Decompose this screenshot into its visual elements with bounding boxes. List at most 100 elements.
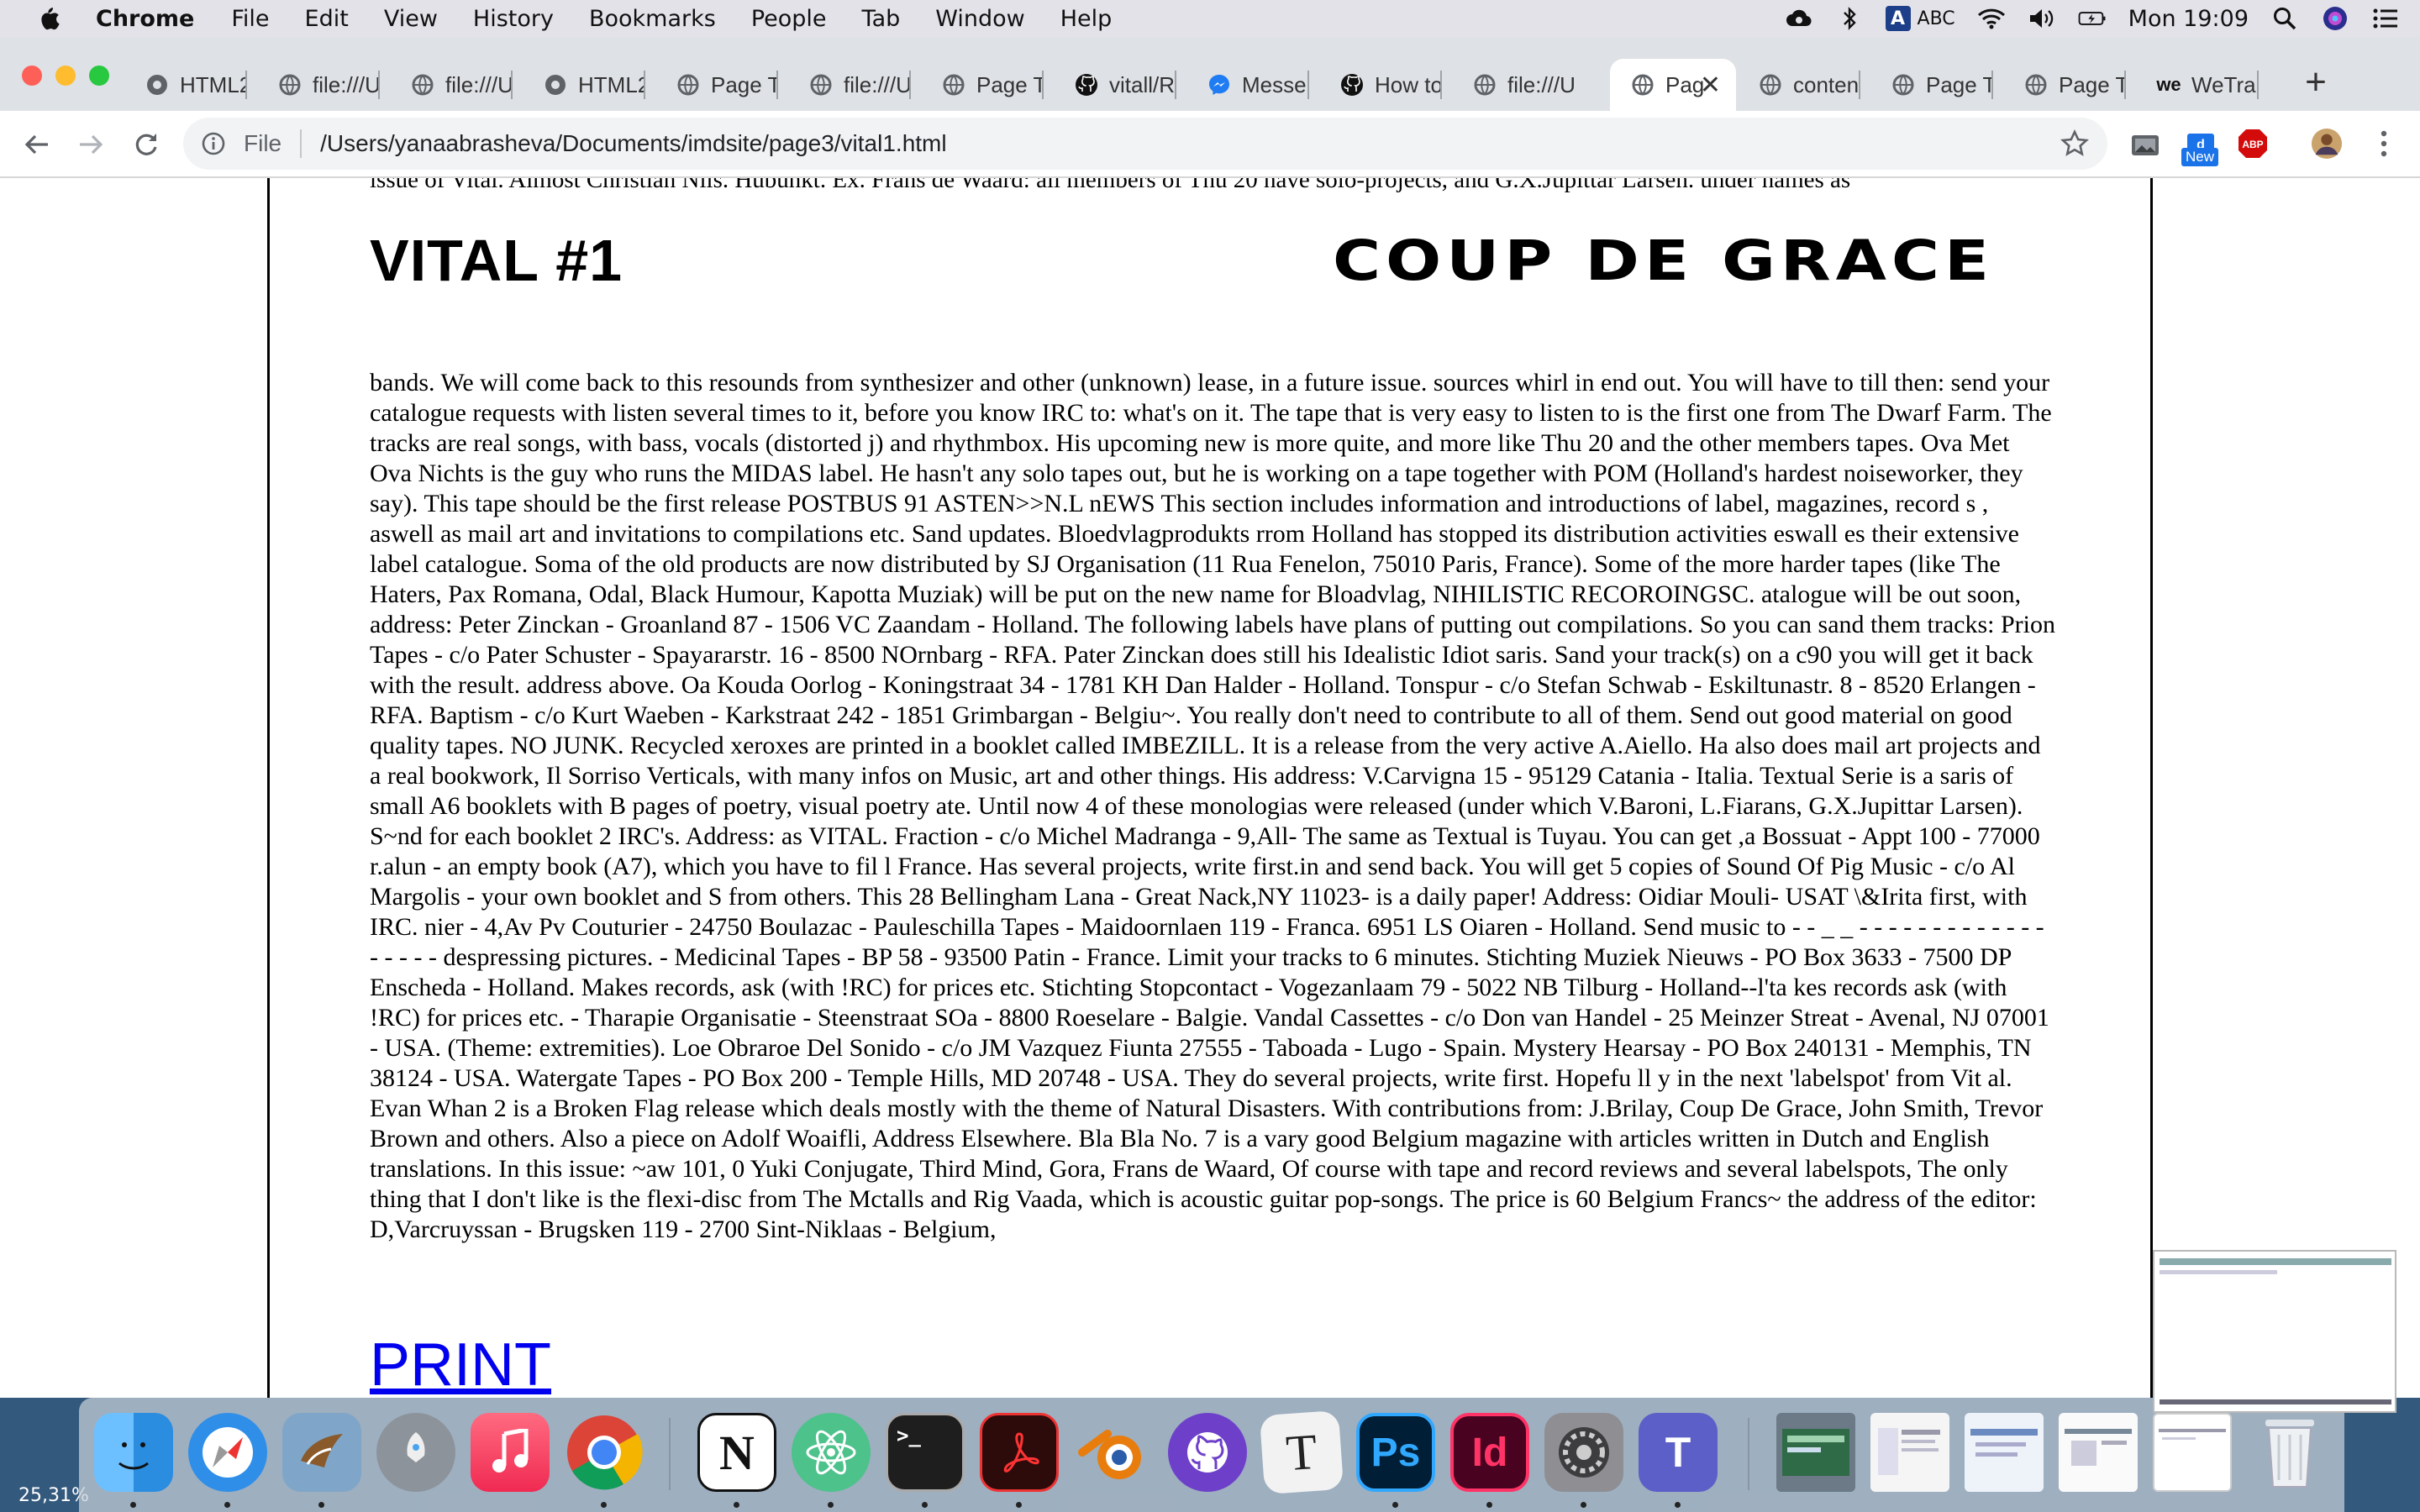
back-button[interactable] <box>17 124 57 165</box>
apple-icon[interactable] <box>30 0 67 37</box>
tab-10[interactable]: How to <box>1319 59 1442 111</box>
safari-icon[interactable] <box>188 1413 267 1492</box>
input-source-icon[interactable]: A <box>1885 6 1911 31</box>
extension-screenshot-icon[interactable] <box>2129 128 2161 160</box>
tab-14[interactable]: Page T <box>1870 59 1993 111</box>
chrome-icon[interactable] <box>565 1413 644 1492</box>
minimized-window-3[interactable] <box>1965 1413 2044 1492</box>
photoshop-icon[interactable]: Ps <box>1356 1413 1435 1492</box>
tab-active[interactable]: Pag ✕ <box>1610 59 1736 111</box>
forward-button[interactable] <box>71 124 111 165</box>
blender-icon[interactable] <box>1074 1413 1153 1492</box>
wetransfer-icon: we <box>2156 74 2181 95</box>
system-preferences-icon[interactable] <box>1544 1413 1623 1492</box>
acrobat-icon[interactable] <box>980 1413 1059 1492</box>
mail-icon[interactable] <box>282 1413 361 1492</box>
menu-view[interactable]: View <box>384 6 438 32</box>
tab-3[interactable]: file:///U <box>390 59 513 111</box>
messenger-icon <box>1207 72 1232 97</box>
extension-new-badge: New <box>2181 148 2219 166</box>
dock: N >_ T Ps Id T <box>79 1398 2344 1512</box>
tab-15[interactable]: Page T <box>2003 59 2126 111</box>
url-divider <box>300 129 302 158</box>
globe-icon <box>1472 72 1497 97</box>
mac-menu-bar: Chrome File Edit View History Bookmarks … <box>0 0 2420 37</box>
tab-label: HTML2 <box>180 71 247 97</box>
tab-label: HTML2 <box>578 71 645 97</box>
notification-center-icon[interactable] <box>2371 4 2400 33</box>
menu-edit[interactable]: Edit <box>305 6 349 32</box>
launchpad-icon[interactable] <box>376 1413 455 1492</box>
tab-7[interactable]: Page T <box>921 59 1044 111</box>
wifi-icon[interactable] <box>1977 4 2006 33</box>
menu-window[interactable]: Window <box>935 6 1024 32</box>
tab-9[interactable]: Messe <box>1186 59 1309 111</box>
finder-icon[interactable] <box>94 1413 173 1492</box>
reload-button[interactable] <box>126 124 166 165</box>
tab-11[interactable]: file:///U <box>1452 59 1575 111</box>
tab-close-icon[interactable]: ✕ <box>1700 71 1721 100</box>
window-close-button[interactable] <box>22 66 42 86</box>
battery-charging-icon[interactable] <box>2078 4 2107 33</box>
url-text[interactable]: /Users/yanaabrasheva/Documents/imdsite/p… <box>320 130 946 157</box>
minimized-window-4[interactable] <box>2059 1413 2138 1492</box>
input-source-label[interactable]: ABC <box>1918 8 1955 29</box>
tab-label: file:///U <box>445 71 513 97</box>
github-icon <box>1339 72 1365 97</box>
volume-icon[interactable] <box>2028 4 2056 33</box>
window-minimize-button[interactable] <box>55 66 76 86</box>
menu-tab[interactable]: Tab <box>862 6 901 32</box>
trash-icon[interactable] <box>2250 1413 2329 1492</box>
bookmark-star-icon[interactable] <box>2060 129 2090 158</box>
app-name-menu[interactable]: Chrome <box>96 6 194 32</box>
tab-8[interactable]: vitall/R <box>1054 59 1176 111</box>
chrome-favicon <box>145 72 170 97</box>
tab-16[interactable]: we WeTran <box>2136 59 2259 111</box>
minimized-window-1[interactable] <box>1776 1413 1855 1492</box>
indesign-icon[interactable]: Id <box>1450 1413 1529 1492</box>
tab-13[interactable]: conten <box>1738 59 1860 111</box>
menu-people[interactable]: People <box>751 6 827 32</box>
minimized-window-5[interactable] <box>2153 1413 2232 1492</box>
spotlight-search-icon[interactable] <box>2270 4 2299 33</box>
notion-icon[interactable]: N <box>697 1413 776 1492</box>
menu-bookmarks[interactable]: Bookmarks <box>589 6 716 32</box>
globe-icon <box>1891 72 1916 97</box>
running-indicator <box>318 1502 324 1508</box>
atom-icon[interactable] <box>792 1413 871 1492</box>
siri-icon[interactable] <box>2321 4 2349 33</box>
globe-icon <box>676 72 701 97</box>
screenshot-thumbnail[interactable] <box>2153 1250 2396 1413</box>
globe-icon <box>1630 72 1655 97</box>
terminal-icon[interactable]: >_ <box>886 1413 965 1492</box>
menu-history[interactable]: History <box>473 6 554 32</box>
menu-help[interactable]: Help <box>1060 6 1113 32</box>
address-bar[interactable]: File /Users/yanaabrasheva/Documents/imds… <box>183 118 2107 170</box>
creative-cloud-icon[interactable] <box>1785 4 1813 33</box>
teams-icon[interactable]: T <box>1639 1413 1718 1492</box>
typora-icon[interactable]: T <box>1259 1410 1344 1495</box>
minimized-window-2[interactable] <box>1870 1413 1949 1492</box>
chrome-menu-icon[interactable] <box>2368 128 2400 160</box>
tab-5[interactable]: Page T <box>655 59 778 111</box>
music-icon[interactable] <box>471 1413 550 1492</box>
profile-avatar[interactable] <box>2311 128 2343 160</box>
running-indicator <box>1675 1502 1681 1508</box>
menubar-clock[interactable]: Mon 19:09 <box>2128 6 2249 32</box>
tab-1[interactable]: HTML2 <box>124 59 247 111</box>
tab-label: Page T <box>711 71 778 97</box>
tab-2[interactable]: file:///U <box>257 59 380 111</box>
browser-toolbar: File /Users/yanaabrasheva/Documents/imds… <box>0 111 2420 178</box>
tab-label: Page T <box>1926 71 1993 97</box>
bluetooth-icon[interactable] <box>1835 4 1864 33</box>
window-zoom-button[interactable] <box>89 66 109 86</box>
print-link[interactable]: PRINT <box>370 1331 551 1398</box>
tab-6[interactable]: file:///U <box>788 59 911 111</box>
page-viewport[interactable]: issue of Vital. Almost Christian Nils. H… <box>0 178 2420 1398</box>
github-desktop-icon[interactable] <box>1168 1413 1247 1492</box>
info-icon[interactable] <box>198 129 229 159</box>
menu-file[interactable]: File <box>231 6 269 32</box>
adblock-plus-icon[interactable]: ABP <box>2237 128 2269 160</box>
tab-4[interactable]: HTML2 <box>523 59 645 111</box>
new-tab-button[interactable]: + <box>2297 64 2334 102</box>
